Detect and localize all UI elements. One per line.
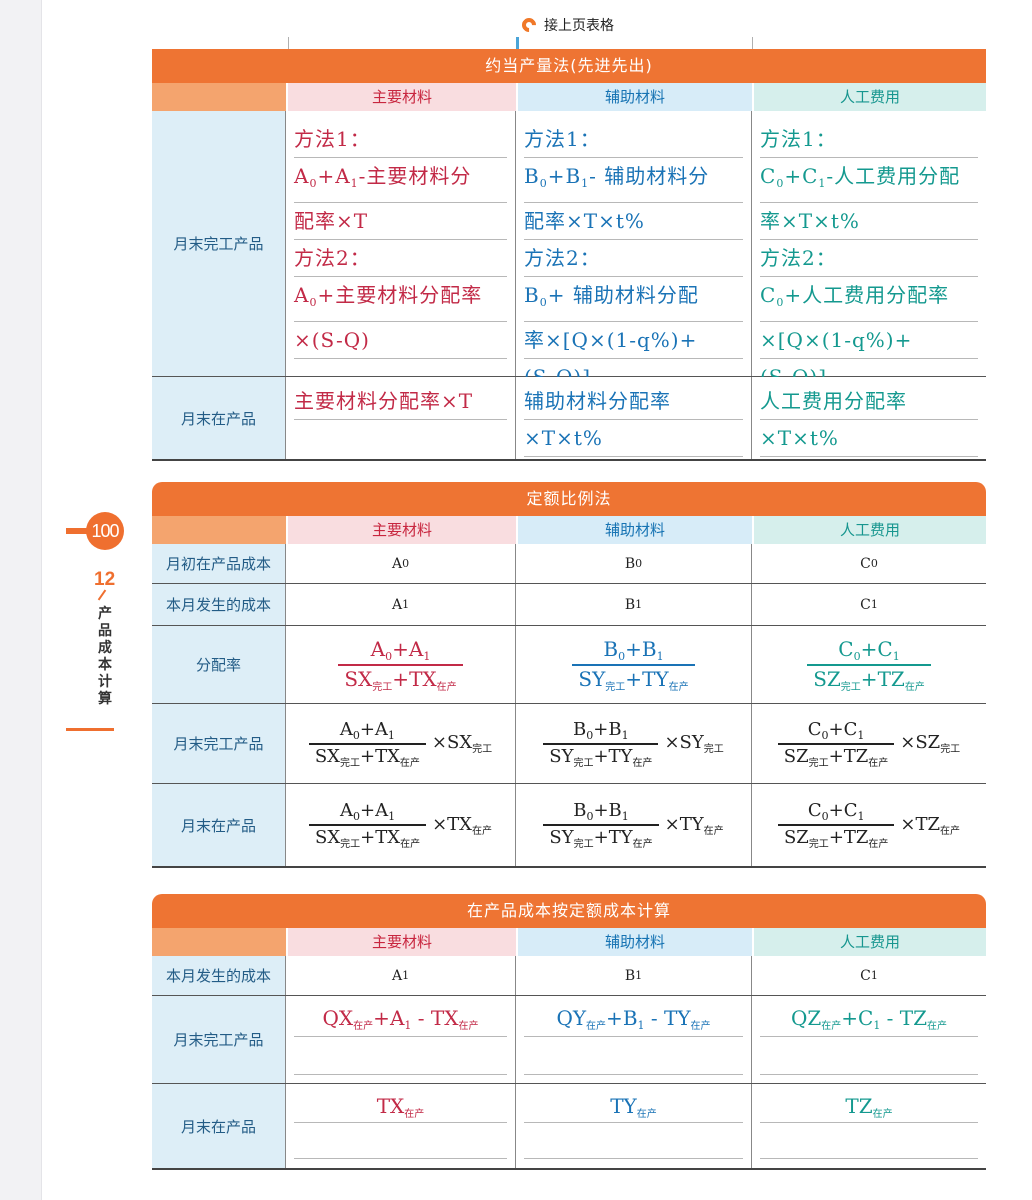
cell-main-material: A1	[286, 584, 516, 625]
table-row: 本月发生的成本 A1 B1 C1	[152, 584, 986, 626]
cell-aux-material: TY在产	[516, 1084, 752, 1168]
cell-labor: C0+C1 SZ完工+TZ在产 ×SZ完工	[752, 704, 986, 783]
cell-main-material: QX在产+A1 - TX在产	[286, 996, 516, 1083]
cell-aux-material: B1	[516, 956, 752, 995]
cell-labor: C1	[752, 956, 986, 995]
header-blank	[152, 516, 286, 544]
page-gutter	[0, 0, 42, 1200]
continue-icon	[519, 15, 539, 35]
table-row: 月初在产品成本 A0 B0 C0	[152, 544, 986, 584]
row-label: 月末在产品	[152, 377, 286, 459]
row-label: 月初在产品成本	[152, 544, 286, 583]
cell-aux-material: B0+B1 SY完工+TY在产 ×TY在产	[516, 784, 752, 866]
table-fifo: 约当产量法(先进先出) 主要材料 辅助材料 人工费用 月末完工产品 方法1： A…	[152, 49, 986, 461]
cell-main-material: A0	[286, 544, 516, 583]
cell-main-material: A0+A1 SX完工+TX在产 ×SX完工	[286, 704, 516, 783]
cell-aux-material: B0	[516, 544, 752, 583]
row-label: 本月发生的成本	[152, 584, 286, 625]
cell-main-material: A0+A1 SX完工+TX在产	[286, 626, 516, 703]
row-label: 月末在产品	[152, 1084, 286, 1168]
table-row: 月末完工产品 QX在产+A1 - TX在产 QY在产+B1 - TY在产 QZ在…	[152, 996, 986, 1084]
header-aux-material: 辅助材料	[516, 83, 752, 111]
cell-labor: 方法1： C0+C1-人工费用分配 率×T×t% 方法2： C0+人工费用分配率…	[752, 111, 986, 396]
cell-labor: C0+C1 SZ完工+TZ在产 ×TZ在产	[752, 784, 986, 866]
header-labor: 人工费用	[752, 83, 986, 111]
table-row: 分配率 A0+A1 SX完工+TX在产 B0+B1 SY完工+TY在产 C0+C…	[152, 626, 986, 704]
chapter-number: 12	[94, 569, 116, 590]
table-title: 在产品成本按定额成本计算	[152, 894, 986, 928]
cell-aux-material: B0+B1 SY完工+TY在产 ×SY完工	[516, 704, 752, 783]
row-label: 分配率	[152, 626, 286, 703]
page-number: 100	[86, 512, 124, 550]
header-aux-material: 辅助材料	[516, 928, 752, 956]
cell-labor: C0	[752, 544, 986, 583]
table-wip-standard-cost: 在产品成本按定额成本计算 主要材料 辅助材料 人工费用 本月发生的成本 A1 B…	[152, 894, 986, 1170]
allocation-rate-formula: B0+B1 SY完工+TY在产	[572, 637, 695, 693]
cell-aux-material: 辅助材料分配率 ×T×t%	[516, 377, 752, 459]
allocation-rate-formula: C0+C1 SZ完工+TZ在产	[807, 637, 931, 693]
row-label: 月末完工产品	[152, 996, 286, 1083]
cell-aux-material: QY在产+B1 - TY在产	[516, 996, 752, 1083]
cell-aux-material: B1	[516, 584, 752, 625]
cell-labor: QZ在产+C1 - TZ在产	[752, 996, 986, 1083]
allocation-rate-formula: A0+A1 SX完工+TX在产	[338, 637, 463, 693]
cell-labor: TZ在产	[752, 1084, 986, 1168]
cell-main-material: 主要材料分配率×T	[286, 377, 516, 459]
cell-labor: C0+C1 SZ完工+TZ在产	[752, 626, 986, 703]
header-aux-material: 辅助材料	[516, 516, 752, 544]
chapter-underline	[66, 728, 114, 731]
cell-aux-material: 方法1： B0+B1- 辅助材料分 配率×T×t% 方法2： B0+ 辅助材料分…	[516, 111, 752, 396]
previous-table-stub	[154, 37, 986, 49]
table-row: 月末在产品 A0+A1 SX完工+TX在产 ×TX在产 B0+B1 SY完工+T…	[152, 784, 986, 868]
table-row: 月末在产品 主要材料分配率×T 辅助材料分配率 ×T×t% 人工费用分配率 ×T…	[152, 377, 986, 461]
row-label: 月末完工产品	[152, 111, 286, 376]
chapter-title: 产品成本计算	[98, 606, 112, 707]
header-blank	[152, 928, 286, 956]
table-row: 月末在产品 TX在产 TY在产 TZ在产	[152, 1084, 986, 1170]
header-main-material: 主要材料	[286, 516, 516, 544]
row-label: 本月发生的成本	[152, 956, 286, 995]
cell-labor: C1	[752, 584, 986, 625]
column-headers: 主要材料 辅助材料 人工费用	[152, 516, 986, 544]
column-headers: 主要材料 辅助材料 人工费用	[152, 928, 986, 956]
cell-main-material: TX在产	[286, 1084, 516, 1168]
chapter-slash	[97, 589, 107, 601]
continued-text: 接上页表格	[544, 18, 614, 34]
cell-main-material: A0+A1 SX完工+TX在产 ×TX在产	[286, 784, 516, 866]
header-labor: 人工费用	[752, 516, 986, 544]
header-blank	[152, 83, 286, 111]
table-title: 约当产量法(先进先出)	[152, 49, 986, 83]
column-headers: 主要材料 辅助材料 人工费用	[152, 83, 986, 111]
cell-main-material: 方法1： A0+A1-主要材料分 配率×T 方法2： A0+主要材料分配率 ×(…	[286, 111, 516, 395]
header-main-material: 主要材料	[286, 928, 516, 956]
cell-main-material: A1	[286, 956, 516, 995]
table-title: 定额比例法	[152, 482, 986, 516]
row-label: 月末完工产品	[152, 704, 286, 783]
table-row: 月末完工产品 A0+A1 SX完工+TX在产 ×SX完工 B0+B1 SY完工+…	[152, 704, 986, 784]
table-quota-ratio: 定额比例法 主要材料 辅助材料 人工费用 月初在产品成本 A0 B0 C0 本月…	[152, 482, 986, 868]
header-main-material: 主要材料	[286, 83, 516, 111]
cell-labor: 人工费用分配率 ×T×t%	[752, 377, 986, 459]
continued-note: 接上页表格	[519, 15, 614, 35]
table-row: 月末完工产品 方法1： A0+A1-主要材料分 配率×T 方法2： A0+主要材…	[152, 111, 986, 396]
header-labor: 人工费用	[752, 928, 986, 956]
cell-aux-material: B0+B1 SY完工+TY在产	[516, 626, 752, 703]
row-label: 月末在产品	[152, 784, 286, 866]
table-row: 本月发生的成本 A1 B1 C1	[152, 956, 986, 996]
